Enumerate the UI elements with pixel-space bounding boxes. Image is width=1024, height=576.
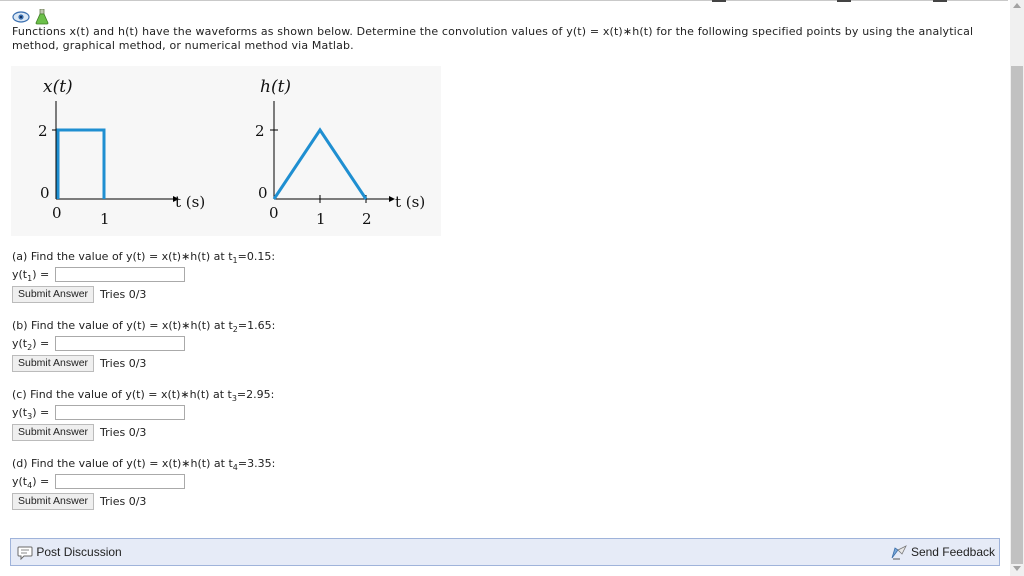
h-waveform — [272, 127, 368, 200]
question-text: (a) Find the value of y(t) = x(t)∗h(t) a… — [12, 250, 276, 266]
question-part-c: (c) Find the value of y(t) = x(t)∗h(t) a… — [12, 388, 274, 442]
submit-answer-button-d[interactable]: Submit Answer — [12, 493, 95, 510]
x-waveform — [56, 128, 106, 199]
x-plot-x-zero-label: 0 — [52, 204, 62, 222]
divider-mark — [933, 0, 947, 2]
scrollbar-thumb[interactable] — [1011, 66, 1023, 564]
scroll-up-icon[interactable] — [1013, 3, 1021, 8]
problem-icons — [12, 8, 49, 25]
post-discussion-link[interactable]: Post Discussion — [17, 545, 122, 561]
answer-row: y(t1) = — [12, 267, 275, 283]
answer-input-d[interactable] — [54, 474, 185, 489]
h-plot-x-two-label: 2 — [362, 210, 372, 228]
tries-counter-b: Tries 0/3 — [100, 357, 147, 370]
x-plot-y-zero-label: 0 — [40, 184, 50, 202]
send-feedback-label: Send Feedback — [910, 545, 995, 559]
x-plot-x-one-label: 1 — [100, 210, 110, 228]
question-text: (d) Find the value of y(t) = x(t)∗h(t) a… — [12, 457, 276, 473]
h-plot-title: h(t) — [260, 77, 291, 97]
question-part-b: (b) Find the value of y(t) = x(t)∗h(t) a… — [12, 319, 275, 373]
discussion-icon — [17, 545, 36, 561]
divider-mark — [712, 0, 726, 2]
x-plot-title: x(t) — [43, 77, 73, 97]
h-plot-y-zero-label: 0 — [258, 184, 268, 202]
tries-counter-a: Tries 0/3 — [100, 288, 147, 301]
answer-input-b[interactable] — [54, 336, 185, 351]
submit-answer-button-a[interactable]: Submit Answer — [12, 286, 95, 303]
send-feedback-link[interactable]: Send Feedback — [890, 545, 995, 560]
question-text: (c) Find the value of y(t) = x(t)∗h(t) a… — [12, 388, 275, 404]
waveform-figure: x(t) 2 0 0 1 t (s) h(t) 2 0 0 1 2 t (s) — [11, 66, 441, 236]
top-divider — [0, 0, 1008, 6]
post-discussion-label: Post Discussion — [36, 545, 122, 559]
tries-counter-c: Tries 0/3 — [100, 426, 147, 439]
vertical-scrollbar[interactable] — [1010, 0, 1024, 576]
question-part-d: (d) Find the value of y(t) = x(t)∗h(t) a… — [12, 457, 275, 511]
answer-input-a[interactable] — [54, 267, 185, 282]
answer-row: y(t3) = — [12, 405, 274, 421]
feedback-icon — [890, 545, 911, 560]
discussion-bar: Post Discussion Send Feedback — [10, 538, 1000, 566]
x-plot-axis-label: t (s) — [175, 193, 205, 211]
h-plot-x-zero-label: 0 — [269, 204, 279, 222]
problem-statement: Functions x(t) and h(t) have the wavefor… — [12, 25, 974, 52]
answer-input-c[interactable] — [54, 405, 185, 420]
h-plot-y-tick-label: 2 — [255, 122, 265, 140]
tries-counter-d: Tries 0/3 — [100, 495, 147, 508]
question-text: (b) Find the value of y(t) = x(t)∗h(t) a… — [12, 319, 276, 335]
submit-answer-button-c[interactable]: Submit Answer — [12, 424, 95, 441]
divider-mark — [837, 0, 851, 2]
scroll-down-icon[interactable] — [1013, 566, 1021, 571]
x-plot-y-tick-label: 2 — [38, 122, 48, 140]
submit-answer-button-b[interactable]: Submit Answer — [12, 355, 95, 372]
question-part-a: (a) Find the value of y(t) = x(t)∗h(t) a… — [12, 250, 275, 304]
answer-row: y(t2) = — [12, 336, 275, 352]
h-plot-x-one-label: 1 — [316, 210, 326, 228]
answer-row: y(t4) = — [12, 474, 275, 490]
h-plot-axis-label: t (s) — [395, 193, 425, 211]
